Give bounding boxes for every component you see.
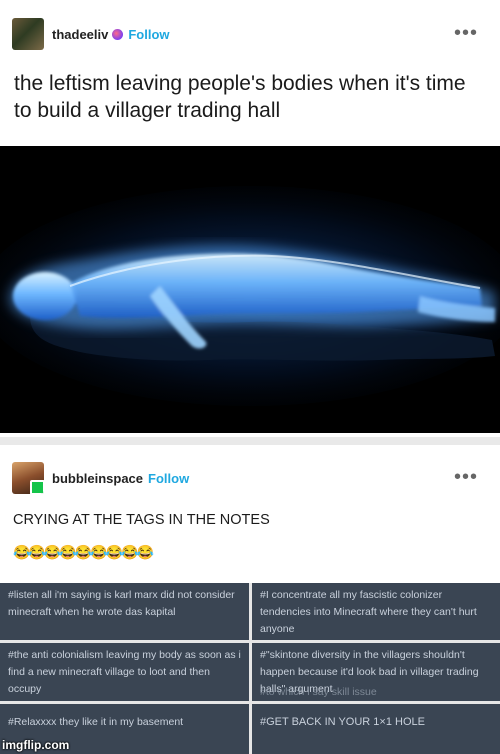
- post-body-text: CRYING AT THE TAGS IN THE NOTES: [13, 512, 270, 528]
- avatar[interactable]: [12, 18, 44, 50]
- tag-note: #listen all i'm saying is karl marx did …: [0, 583, 249, 640]
- post-card-bubbleinspace: bubbleinspace Follow ••• CRYING AT THE T…: [0, 445, 500, 754]
- more-options-icon[interactable]: •••: [454, 467, 478, 487]
- follow-button[interactable]: Follow: [148, 471, 189, 486]
- laughing-emoji-row: 😂😂😂😂😂😂😂😂😂: [13, 544, 154, 560]
- username[interactable]: bubbleinspace: [52, 471, 143, 486]
- post-header: bubbleinspace Follow: [12, 461, 189, 495]
- post-card-thadeeliv: thadeeliv Follow ••• the leftism leaving…: [0, 0, 500, 437]
- tag-overflow-text: #to which i say skill issue: [260, 686, 377, 698]
- more-options-icon[interactable]: •••: [454, 23, 478, 43]
- avatar[interactable]: [12, 462, 44, 494]
- username[interactable]: thadeeliv: [52, 27, 108, 42]
- follow-button[interactable]: Follow: [128, 27, 169, 42]
- post-divider: [0, 437, 500, 445]
- tag-note: #the anti colonialism leaving my body as…: [0, 643, 249, 701]
- post-header: thadeeliv Follow: [12, 17, 170, 51]
- badge-icon: [112, 28, 124, 40]
- tag-note: #GET BACK IN YOUR 1×1 HOLE: [252, 704, 500, 754]
- tag-note: #"skintone diversity in the villagers sh…: [252, 643, 500, 701]
- astral-projection-image: [0, 146, 500, 433]
- online-indicator-icon: [30, 480, 44, 494]
- glowing-body-illustration: [0, 146, 500, 433]
- imgflip-watermark: imgflip.com: [2, 738, 70, 752]
- post-title: the leftism leaving people's bodies when…: [14, 72, 466, 122]
- tag-note: #I concentrate all my fascistic colonize…: [252, 583, 500, 640]
- tags-screenshot-grid: #listen all i'm saying is karl marx did …: [0, 583, 500, 754]
